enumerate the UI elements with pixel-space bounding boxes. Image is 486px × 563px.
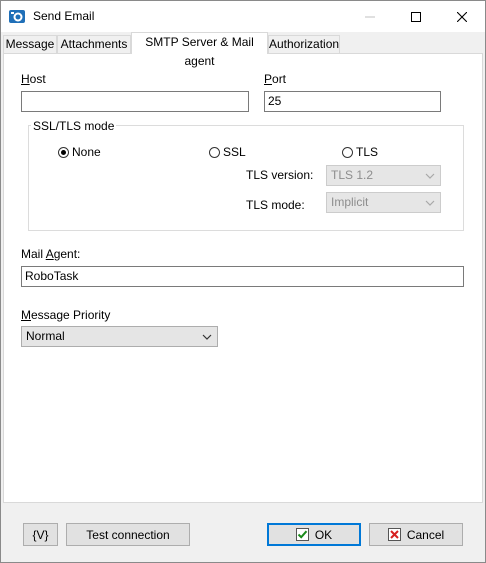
cancel-button[interactable]: Cancel	[369, 523, 463, 546]
send-email-dialog: Send Email Message Attachments SMTP Serv…	[0, 0, 486, 563]
window-title: Send Email	[33, 9, 95, 23]
tab-strip: Message Attachments SMTP Server & Mail a…	[1, 32, 485, 68]
tab-authorization[interactable]: Authorization	[268, 35, 340, 53]
tab-message[interactable]: Message	[3, 35, 57, 53]
chevron-down-icon	[202, 334, 212, 340]
radio-none-label: None	[72, 145, 101, 159]
close-icon	[457, 11, 467, 22]
tab-attachments[interactable]: Attachments	[57, 35, 131, 53]
ssl-tls-title: SSL/TLS mode	[31, 119, 117, 133]
radio-tls-label: TLS	[356, 145, 379, 159]
tls-mode-select[interactable]: Implicit	[326, 192, 441, 213]
priority-label: Message Priority	[21, 308, 111, 322]
minimize-icon	[365, 16, 375, 17]
host-label: Host	[21, 72, 46, 86]
tls-version-value: TLS 1.2	[331, 168, 374, 182]
radio-tls-circle	[342, 146, 353, 158]
tls-mode-value: Implicit	[331, 195, 369, 209]
ok-button[interactable]: OK	[267, 523, 361, 546]
maximize-button[interactable]	[393, 1, 439, 32]
chevron-down-icon	[425, 200, 435, 206]
tls-mode-label: TLS mode:	[246, 198, 305, 212]
priority-select[interactable]: Normal	[21, 326, 218, 347]
tls-version-label: TLS version:	[246, 168, 314, 182]
tab-smtp-server[interactable]: SMTP Server & Mail agent	[131, 32, 268, 68]
radio-ssl[interactable]: SSL	[209, 145, 246, 159]
radio-ssl-circle	[209, 146, 220, 158]
variables-button[interactable]: {V}	[23, 523, 58, 546]
ok-label: OK	[314, 527, 333, 542]
variables-button-label: {V}	[32, 527, 49, 542]
chevron-down-icon	[425, 173, 435, 179]
maximize-icon	[411, 11, 421, 22]
app-icon	[9, 10, 25, 23]
port-label: Port	[264, 72, 287, 86]
priority-value: Normal	[26, 329, 65, 343]
cancel-x-icon	[387, 528, 401, 541]
radio-ssl-label: SSL	[223, 145, 246, 159]
cancel-label: Cancel	[406, 527, 445, 542]
host-input[interactable]	[21, 91, 249, 112]
port-input[interactable]: 25	[264, 91, 441, 112]
mail-agent-label: Mail Agent:	[21, 247, 81, 261]
tls-version-select[interactable]: TLS 1.2	[326, 165, 441, 186]
test-connection-label: Test connection	[86, 527, 170, 542]
radio-none[interactable]: None	[58, 145, 101, 159]
checkmark-icon	[295, 528, 309, 541]
close-button[interactable]	[439, 1, 485, 32]
mail-agent-input[interactable]: RoboTask	[21, 266, 464, 287]
test-connection-button[interactable]: Test connection	[66, 523, 190, 546]
title-bar: Send Email	[1, 1, 485, 32]
radio-tls[interactable]: TLS	[342, 145, 378, 159]
minimize-button[interactable]	[347, 1, 393, 32]
radio-none-circle	[58, 146, 69, 158]
